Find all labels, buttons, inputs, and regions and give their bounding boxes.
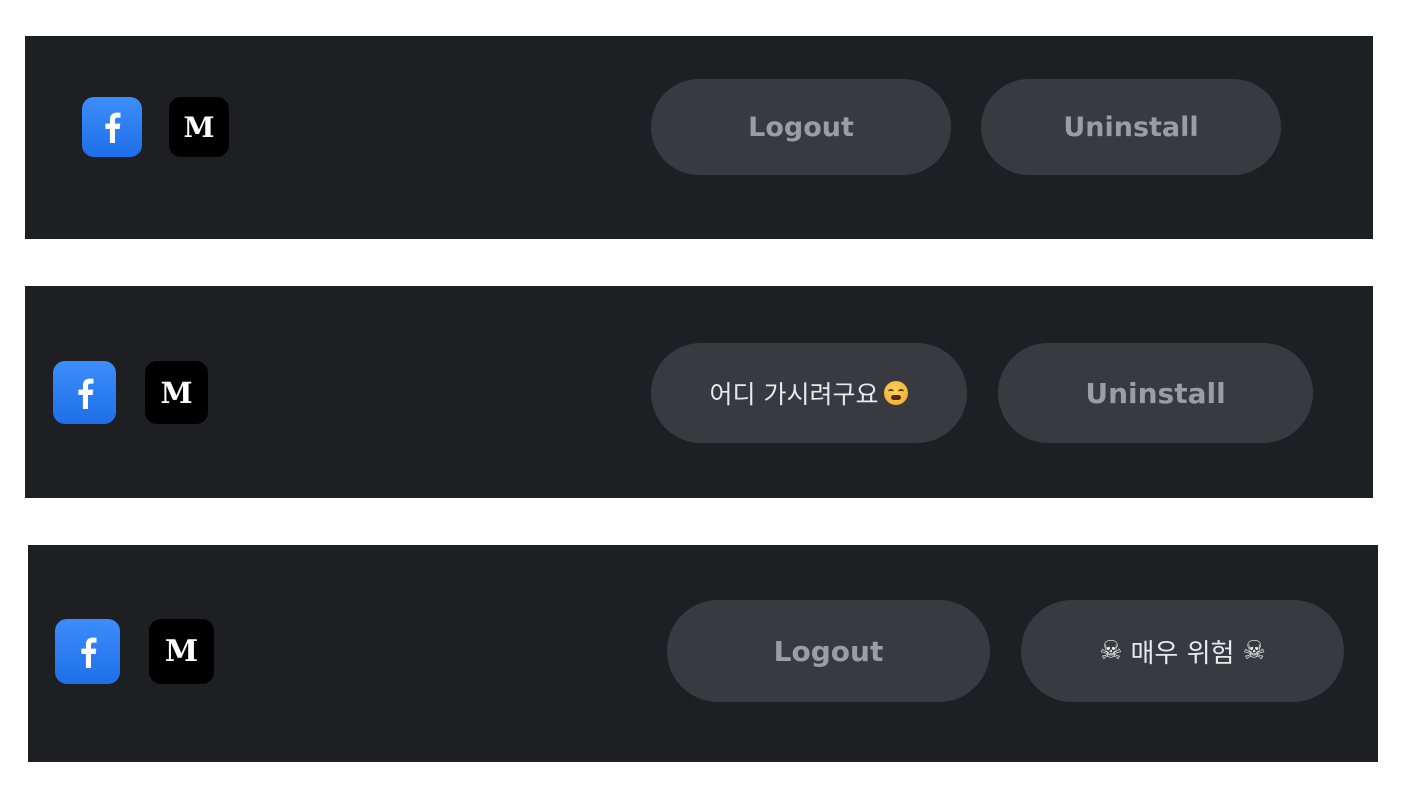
facebook-f-glyph	[77, 378, 93, 409]
uninstall-button[interactable]: ☠ 매우 위험 ☠	[1021, 600, 1344, 702]
logout-button-label: Logout	[773, 634, 884, 668]
logout-button[interactable]: Logout	[667, 600, 990, 702]
logout-button-label: Logout	[748, 111, 854, 143]
medium-icon[interactable]: M	[149, 619, 214, 684]
facebook-f-glyph	[80, 637, 96, 668]
facebook-icon[interactable]	[55, 619, 120, 684]
weary-face-emoji-icon	[884, 381, 909, 405]
extension-bar-variant-2: M 어디 가시려구요 Uninstall	[25, 286, 1373, 498]
facebook-icon[interactable]	[53, 361, 116, 424]
medium-icon[interactable]: M	[145, 361, 208, 424]
skull-crossbones-icon: ☠	[1099, 636, 1123, 666]
medium-icon[interactable]: M	[169, 97, 229, 157]
uninstall-button[interactable]: Uninstall	[998, 343, 1313, 443]
logout-button[interactable]: 어디 가시려구요	[651, 343, 967, 443]
medium-glyph: M	[164, 634, 199, 669]
uninstall-button-label: Uninstall	[1063, 111, 1199, 143]
extension-bar-variant-3: M Logout ☠ 매우 위험 ☠	[28, 545, 1378, 762]
medium-glyph: M	[160, 375, 193, 410]
uninstall-button[interactable]: Uninstall	[981, 79, 1281, 175]
logout-button[interactable]: Logout	[651, 79, 951, 175]
extension-bar-variant-1: M Logout Uninstall	[25, 36, 1373, 239]
uninstall-button-label: Uninstall	[1085, 376, 1226, 410]
medium-glyph: M	[183, 110, 215, 144]
facebook-f-glyph	[105, 112, 121, 143]
skull-crossbones-icon: ☠	[1242, 636, 1266, 666]
logout-button-label: 어디 가시려구요	[709, 380, 879, 409]
uninstall-button-label: 매우 위험	[1130, 638, 1235, 669]
facebook-icon[interactable]	[82, 97, 142, 157]
